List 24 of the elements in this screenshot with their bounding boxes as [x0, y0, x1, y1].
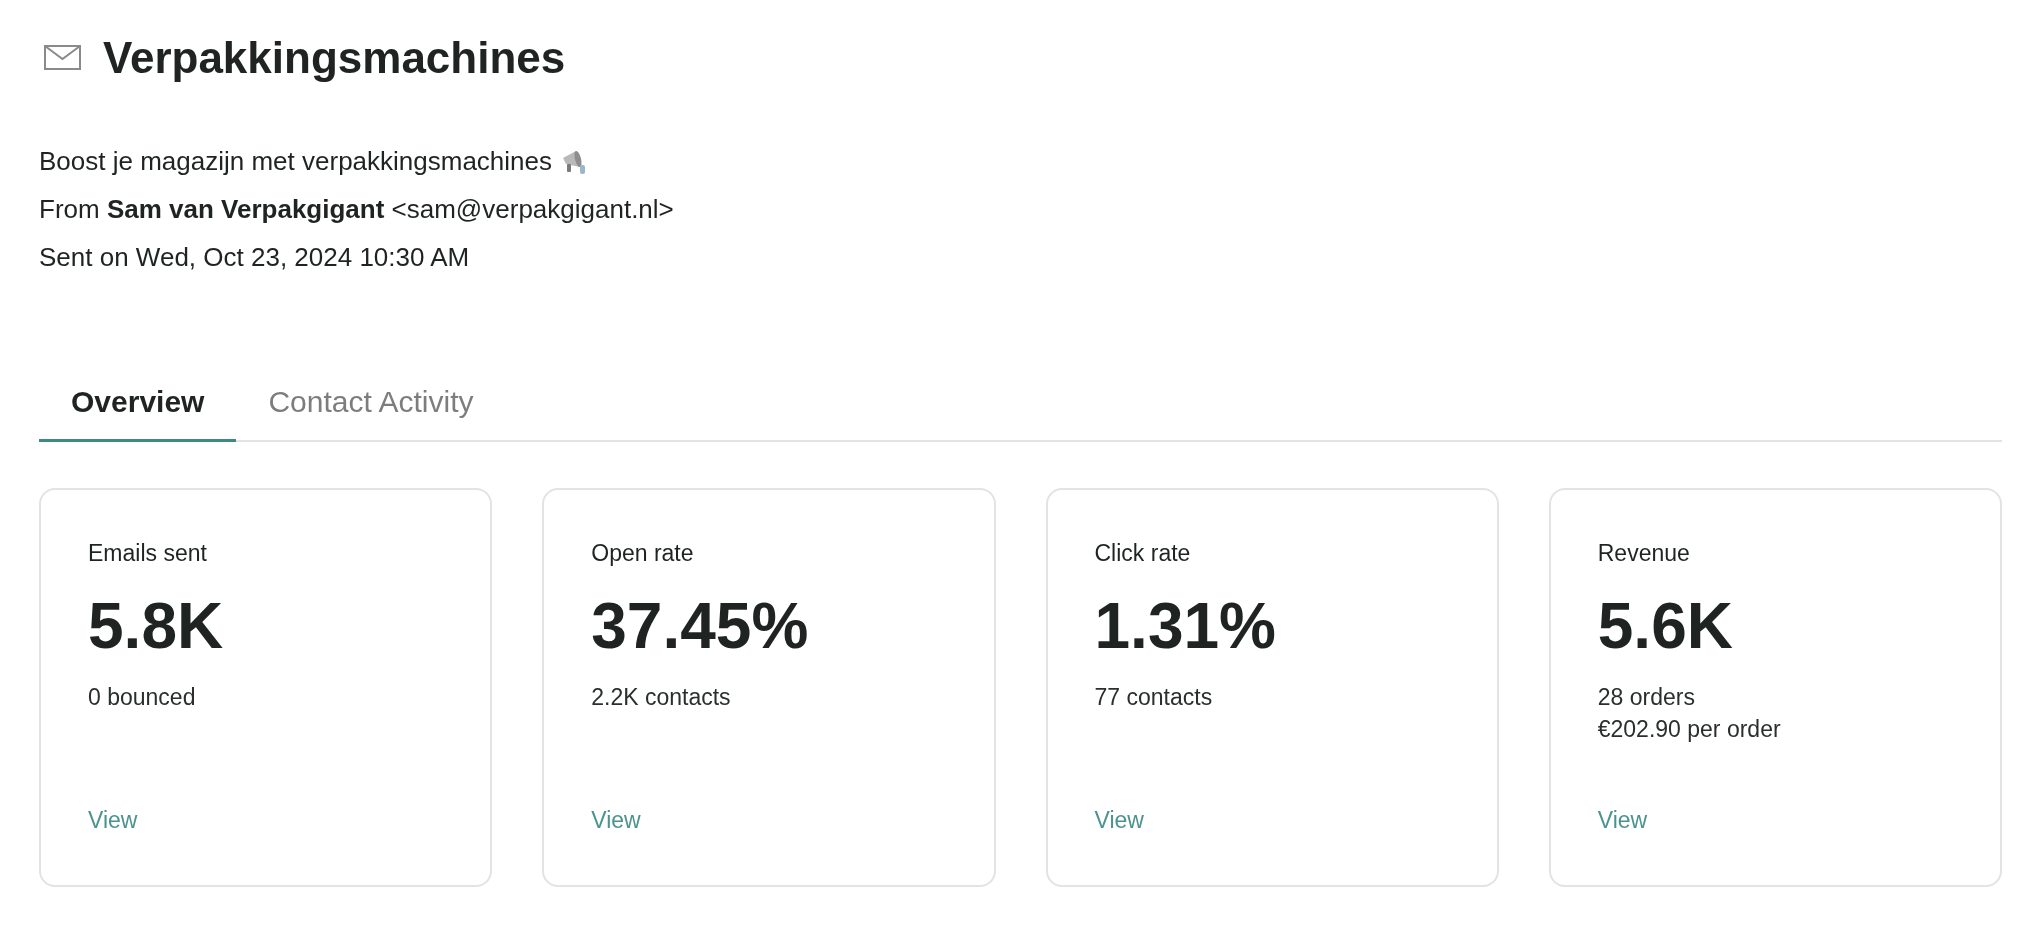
metric-label: Emails sent — [88, 539, 208, 568]
tab[interactable]: Overview — [39, 363, 237, 442]
metric-value: 1.31% — [1094, 589, 1277, 664]
view-link[interactable]: View — [591, 804, 641, 836]
sender-line: From Sam van Verpakgigant <sam@verpakgigant.nl> — [39, 193, 675, 226]
metric-value: 37.45% — [591, 589, 810, 664]
view-link[interactable]: View — [1597, 804, 1648, 836]
view-link[interactable]: View — [88, 804, 138, 836]
metric-label: Open rate — [591, 539, 695, 568]
email-subject: Boost je magazijn met verpakkingsmachines — [39, 145, 553, 178]
metric-detail: €202.90 per order — [1597, 715, 1782, 744]
metric-detail: 2.2K contacts — [591, 683, 732, 712]
metric-detail: 28 orders — [1597, 683, 1696, 712]
metric-label: Click rate — [1094, 539, 1192, 568]
view-link[interactable]: View — [1094, 804, 1144, 836]
metric-detail: 77 contacts — [1094, 683, 1214, 712]
metric-value: 5.8K — [88, 589, 225, 664]
campaign-title: Verpakkingsmachines — [103, 32, 566, 84]
metric-detail: 0 bounced — [88, 683, 197, 712]
tab[interactable]: Contact Activity — [236, 363, 506, 442]
metric-label: Revenue — [1597, 539, 1691, 568]
envelope-icon — [44, 45, 81, 70]
metric-value: 5.6K — [1597, 589, 1734, 664]
sent-date: Sent on Wed, Oct 23, 2024 10:30 AM — [39, 241, 471, 274]
